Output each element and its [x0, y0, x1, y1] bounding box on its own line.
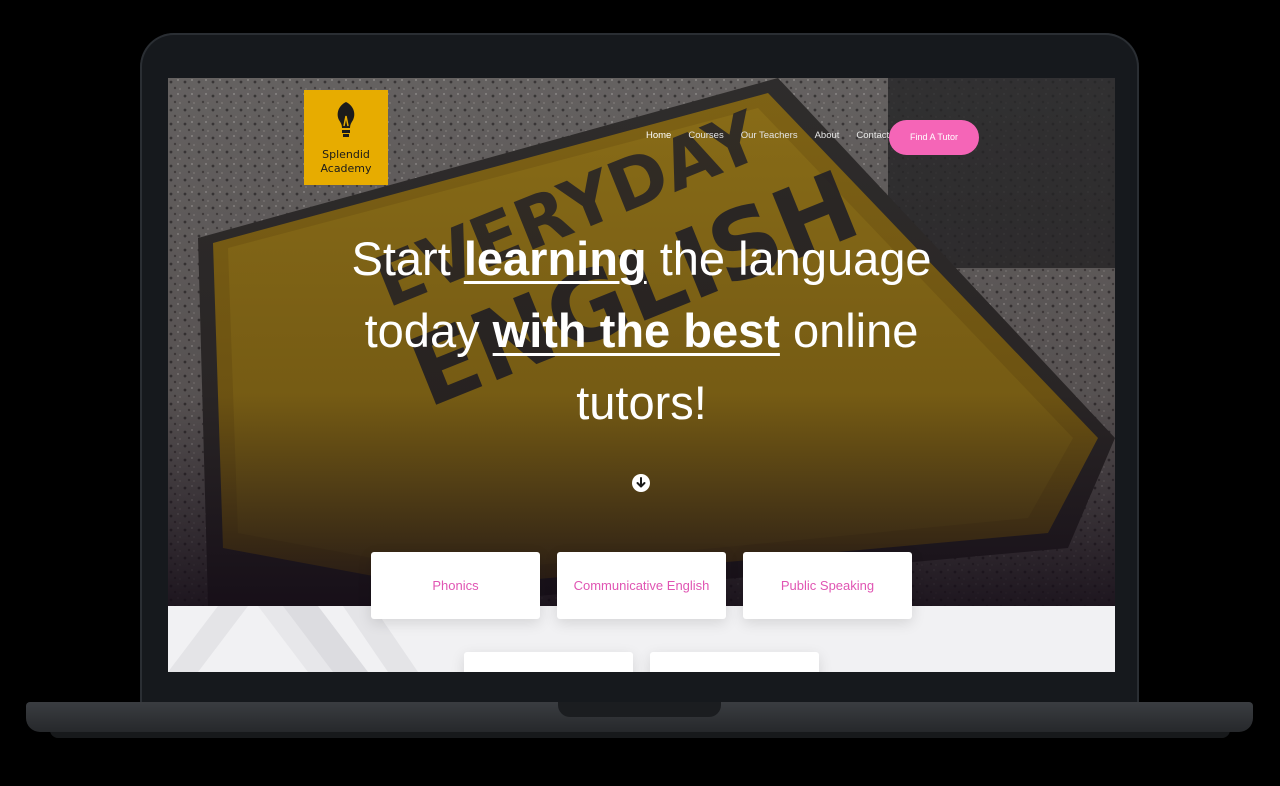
find-a-tutor-button[interactable]: Find A Tutor [889, 120, 979, 155]
course-card-public-speaking[interactable]: Public Speaking [743, 552, 912, 619]
site-logo[interactable]: Splendid Academy [304, 90, 388, 185]
logo-line-2: Academy [320, 162, 372, 175]
arrow-down-circle-icon[interactable] [632, 474, 650, 492]
course-card-communicative-english[interactable]: Communicative English [557, 552, 726, 619]
nav-item-home[interactable]: Home [646, 130, 671, 141]
hero-section: ENGLISH EVERYDAY Splendid Academy Home [168, 78, 1115, 606]
logo-line-1: Splendid [322, 148, 370, 161]
laptop-mockup: ENGLISH EVERYDAY Splendid Academy Home [0, 0, 1280, 786]
course-card-phonics[interactable]: Phonics [371, 552, 540, 619]
nav-item-our-teachers[interactable]: Our Teachers [741, 130, 798, 141]
laptop-notch [558, 702, 721, 717]
nav-item-about[interactable]: About [815, 130, 840, 141]
lightbulb-logo-icon [337, 102, 355, 137]
course-card-row2-right[interactable] [650, 652, 819, 672]
nav-item-courses[interactable]: Courses [688, 130, 723, 141]
main-navigation: Home Courses Our Teachers About Contact [646, 130, 889, 141]
headline-part-1: Start [351, 232, 464, 285]
logo-text: Splendid Academy [304, 148, 388, 176]
hero-headline: Start learning the language today with t… [318, 223, 965, 439]
headline-bold-learning: learning [463, 232, 647, 285]
website-screen: ENGLISH EVERYDAY Splendid Academy Home [168, 78, 1115, 672]
nav-item-contact[interactable]: Contact [856, 130, 889, 141]
headline-bold-with-the-best: with the best [492, 304, 780, 357]
course-card-row2-left[interactable] [464, 652, 633, 672]
